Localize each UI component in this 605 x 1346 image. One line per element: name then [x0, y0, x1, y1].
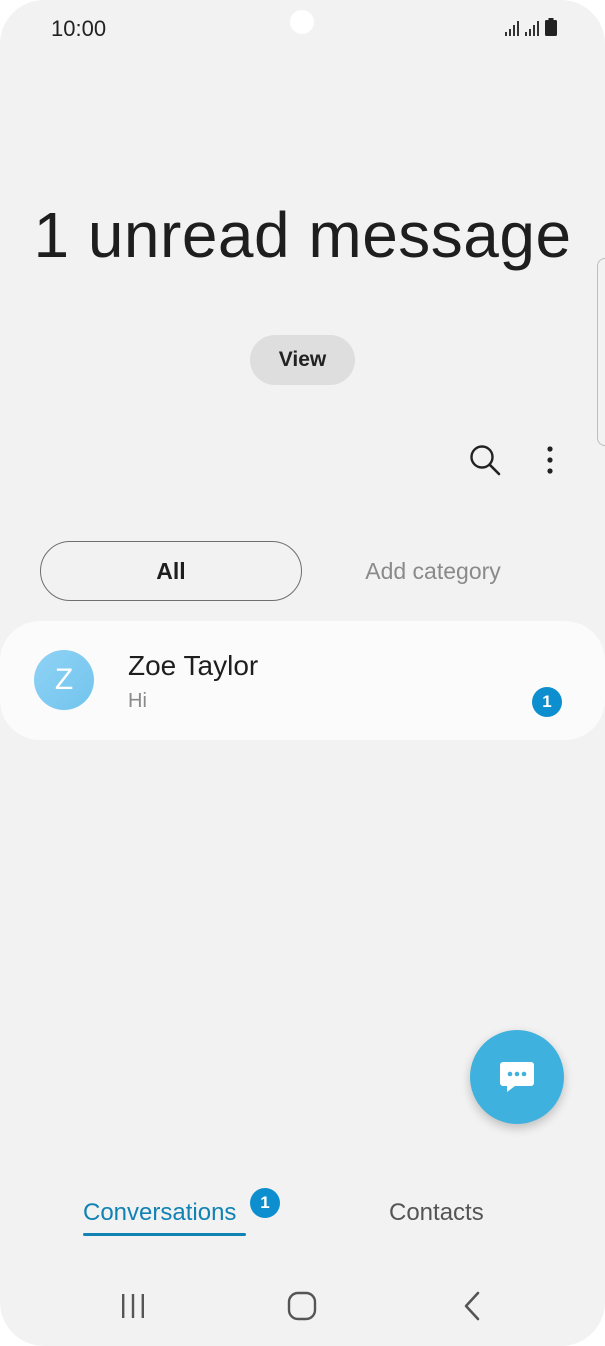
status-time: 10:00 — [51, 16, 107, 41]
active-tab-indicator — [83, 1233, 246, 1236]
battery-icon — [545, 18, 557, 36]
signal-icon — [525, 21, 539, 36]
unread-count-badge: 1 — [532, 687, 562, 717]
home-icon[interactable] — [286, 1290, 318, 1322]
front-camera — [290, 10, 314, 34]
signal-icon — [505, 21, 519, 36]
conversation-preview: Hi — [128, 690, 147, 712]
tab-conversations[interactable]: Conversations — [83, 1199, 236, 1227]
tab-contacts[interactable]: Contacts — [389, 1199, 484, 1227]
back-icon[interactable] — [460, 1290, 484, 1322]
page-title: 1 unread message — [33, 199, 572, 271]
category-all-chip[interactable]: All — [40, 541, 302, 601]
messages-screen: 10:00 1 unread message View All Add cate… — [0, 0, 605, 1346]
conversation-item[interactable]: Z Zoe Taylor Hi 1 — [0, 621, 605, 740]
edge-panel-handle[interactable] — [597, 258, 605, 446]
new-message-icon — [500, 1062, 534, 1092]
recent-apps-icon[interactable] — [118, 1292, 148, 1320]
conversations-badge: 1 — [250, 1188, 280, 1218]
search-icon[interactable] — [468, 443, 502, 477]
view-button[interactable]: View — [250, 335, 355, 385]
status-icons — [505, 18, 557, 36]
add-category-button[interactable]: Add category — [340, 541, 526, 601]
avatar[interactable]: Z — [34, 650, 94, 710]
more-options-icon[interactable] — [539, 443, 561, 477]
conversation-name: Zoe Taylor — [128, 650, 259, 681]
compose-message-button[interactable] — [470, 1030, 564, 1124]
